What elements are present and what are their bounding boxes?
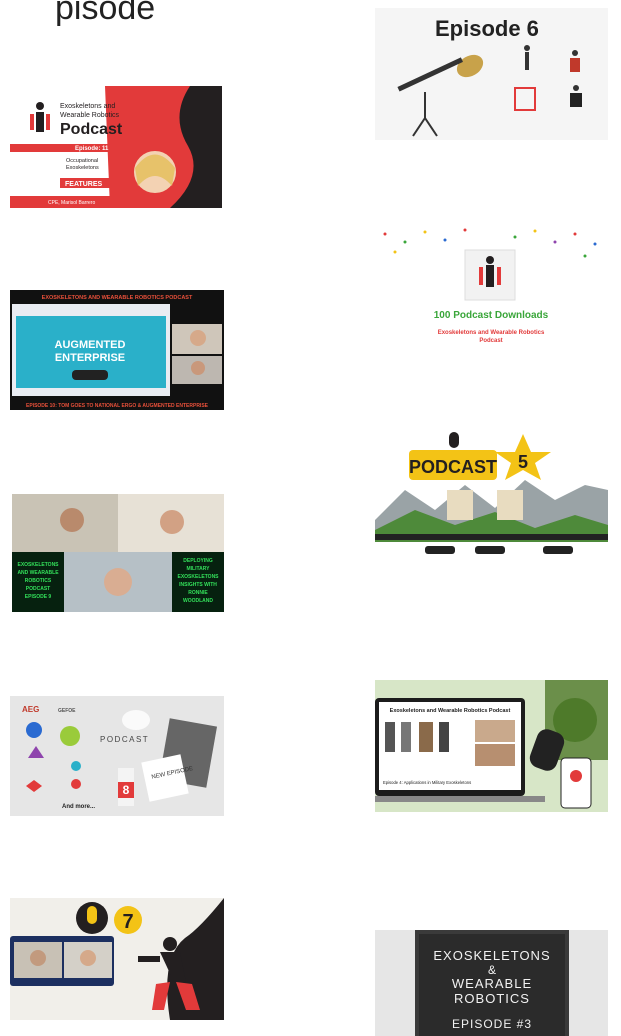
microphone-icon <box>76 902 108 934</box>
ep11-line1: Exoskeletons and <box>60 103 115 110</box>
downloads-subtitle2: Podcast <box>479 338 502 344</box>
ep5-number: 5 <box>518 452 528 472</box>
ep11-line2: Wearable Robotics <box>60 112 120 119</box>
episode-3-artwork: EXOSKELETONS & WEARABLE ROBOTICS EPISODE… <box>375 930 608 1036</box>
military-episode-thumbnail[interactable]: Exoskeletons and Wearable Robotics Podca… <box>375 680 608 812</box>
ep9-right2: MILITARY <box>186 566 210 572</box>
ep11-topic2: Exoskeletons <box>66 165 99 171</box>
ep10-footer: EPISODE 10: TOM GOES TO NATIONAL ERGO & … <box>26 403 209 409</box>
downloads-subtitle1: Exoskeletons and Wearable Robotics <box>438 330 545 336</box>
episode-5-artwork: PODCAST 5 <box>375 430 608 564</box>
microphone-icon <box>449 432 459 448</box>
episode-7-artwork: 7 <box>10 898 224 1020</box>
episode-6-thumbnail[interactable]: Episode 6 <box>375 8 608 140</box>
ep9-left1: EXOSKELETONS <box>17 562 59 568</box>
ep3-line4: ROBOTICS <box>454 991 530 1006</box>
episode-9-thumbnail[interactable]: EXOSKELETONS AND WEARABLE ROBOTICS PODCA… <box>12 494 224 612</box>
downloads-artwork: 100 Podcast Downloads Exoskeletons and W… <box>375 222 608 362</box>
ep10-screen2: ENTERPRISE <box>55 352 125 364</box>
car-icons <box>425 546 573 554</box>
ep9-left5: EPISODE 9 <box>25 594 52 600</box>
ep11-features: FEATURES <box>65 181 103 188</box>
episode-8-thumbnail[interactable]: AEG GEFOE And more... PODCAST NEW EPISOD… <box>10 696 224 816</box>
episode-8-artwork: AEG GEFOE And more... PODCAST NEW EPISOD… <box>10 696 224 816</box>
episode-6-artwork: Episode 6 <box>375 8 608 140</box>
ep9-right4: INSIGHTS WITH <box>179 582 217 588</box>
ep6-title: Episode 6 <box>435 16 539 41</box>
ep10-screen1: AUGMENTED <box>55 339 126 351</box>
episode-5-thumbnail[interactable]: PODCAST 5 <box>375 430 608 564</box>
ep9-right6: WOODLAND <box>183 598 213 604</box>
ep9-right1: DEPLOYING <box>183 558 213 564</box>
ep11-line3: Podcast <box>60 121 123 138</box>
ep9-right3: EXOSKELETONS <box>177 574 219 580</box>
ep11-guest: CPE, Marisol Barrero <box>48 200 95 206</box>
ep9-left2: AND WEARABLE <box>17 570 59 576</box>
military-caption: Episode 4: Applications in Military Exos… <box>383 780 471 785</box>
ep3-line1: EXOSKELETONS <box>433 948 550 963</box>
episode-3-thumbnail[interactable]: EXOSKELETONS & WEARABLE ROBOTICS EPISODE… <box>375 930 608 1036</box>
ep5-badge: PODCAST <box>409 457 497 477</box>
ep3-line3: WEARABLE <box>452 976 532 991</box>
ep8-logo2: GEFOE <box>58 708 76 714</box>
ep9-left4: PODCAST <box>26 586 50 592</box>
military-artwork: Exoskeletons and Wearable Robotics Podca… <box>375 680 608 812</box>
episode-11-artwork: Exoskeletons and Wearable Robotics Podca… <box>10 86 222 208</box>
episode-10-artwork: EXOSKELETONS AND WEARABLE ROBOTICS PODCA… <box>10 290 224 410</box>
ep9-right5: RONNIE <box>188 590 208 596</box>
ep3-line2: & <box>488 963 496 977</box>
partial-heading: pisode <box>55 0 156 27</box>
ep8-number: 8 <box>123 783 130 797</box>
episode-10-thumbnail[interactable]: EXOSKELETONS AND WEARABLE ROBOTICS PODCA… <box>10 290 224 410</box>
episode-11-thumbnail[interactable]: Exoskeletons and Wearable Robotics Podca… <box>10 86 222 208</box>
episode-9-artwork: EXOSKELETONS AND WEARABLE ROBOTICS PODCA… <box>12 494 224 612</box>
ep7-number: 7 <box>122 911 133 933</box>
ep11-episode: Episode: 11 <box>75 146 109 152</box>
ep11-topic1: Occupational <box>66 158 98 164</box>
episode-7-thumbnail[interactable]: 7 <box>10 898 224 1020</box>
downloads-title: 100 Podcast Downloads <box>434 310 549 321</box>
downloads-100-thumbnail[interactable]: 100 Podcast Downloads Exoskeletons and W… <box>375 222 608 362</box>
ep10-header: EXOSKELETONS AND WEARABLE ROBOTICS PODCA… <box>42 295 193 301</box>
ep3-line5: EPISODE #3 <box>452 1017 532 1031</box>
ep8-podcast: PODCAST <box>100 735 149 744</box>
military-title: Exoskeletons and Wearable Robotics Podca… <box>390 708 511 714</box>
ep8-more: And more... <box>62 804 95 810</box>
ep9-left3: ROBOTICS <box>25 578 52 584</box>
ep8-logo1: AEG <box>22 705 39 714</box>
